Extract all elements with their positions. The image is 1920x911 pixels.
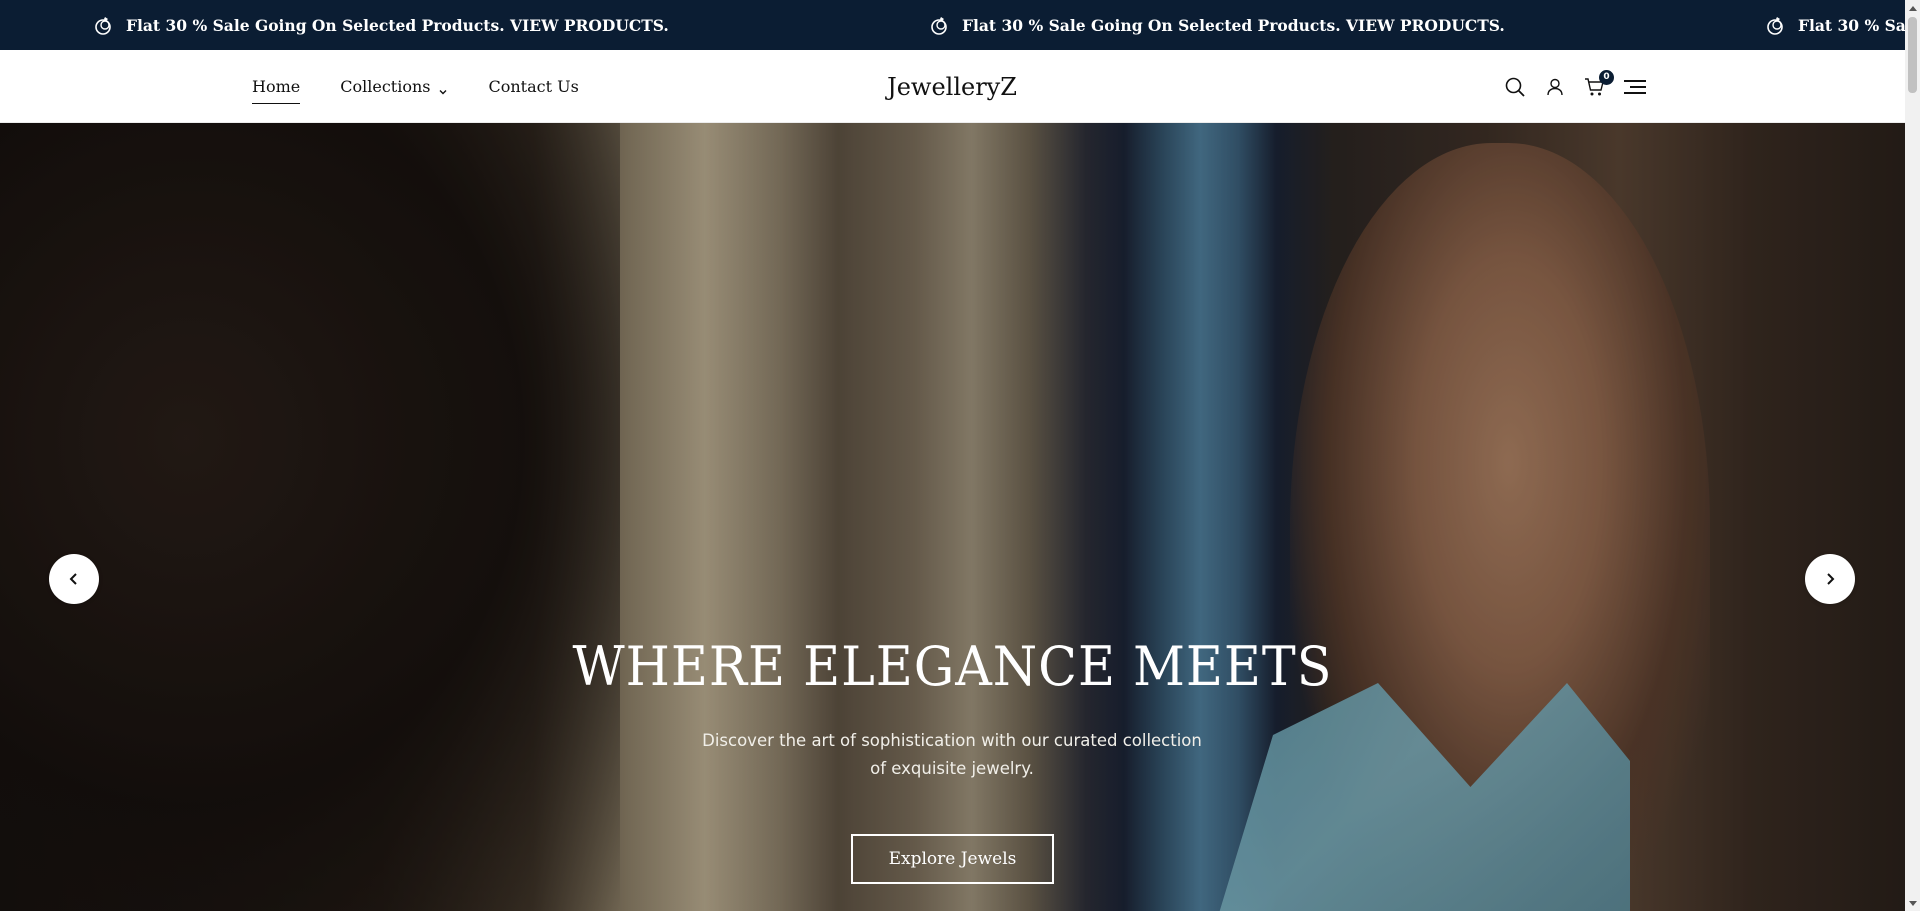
cart-count-badge: 0 (1599, 69, 1614, 85)
announcement-item[interactable]: Flat 30 % Sale (1765, 0, 1905, 50)
scroll-down-icon[interactable] (1905, 896, 1920, 911)
announcement-text: Flat 30 % Sale (1798, 15, 1905, 35)
hero-slideshow (0, 123, 1905, 911)
ring-icon (93, 14, 115, 36)
account-icon[interactable] (1542, 74, 1568, 100)
announcement-bar: Flat 30 % Sale Going On Selected Product… (0, 0, 1905, 50)
site-logo[interactable]: JewelleryZ (887, 73, 1017, 101)
announcement-item[interactable]: Flat 30 % Sale Going On Selected Product… (929, 0, 1505, 50)
nav-collections-link[interactable]: Collections (340, 77, 448, 96)
hero-title: WHERE ELEGANCE MEETS (572, 635, 1333, 698)
ring-icon (1765, 14, 1787, 36)
search-icon[interactable] (1502, 74, 1528, 100)
header-icons: 0 (1502, 50, 1662, 123)
explore-jewels-button[interactable]: Explore Jewels (851, 834, 1054, 884)
nav-collections-label: Collections (340, 77, 431, 96)
main-nav: Home Collections Contact Us (252, 50, 619, 123)
page-scrollbar[interactable] (1905, 0, 1920, 911)
chevron-right-icon (1827, 573, 1835, 585)
scrollbar-thumb[interactable] (1908, 17, 1917, 93)
announcement-text: Flat 30 % Sale Going On Selected Product… (126, 15, 669, 35)
scroll-up-icon[interactable] (1905, 0, 1920, 15)
cart-icon[interactable]: 0 (1582, 69, 1614, 100)
hero-subtitle: Discover the art of sophistication with … (702, 731, 1202, 778)
announcement-text: Flat 30 % Sale Going On Selected Product… (962, 15, 1505, 35)
nav-home-link[interactable]: Home (252, 77, 301, 104)
nav-contact-link[interactable]: Contact Us (488, 77, 578, 96)
hero-overlay (0, 123, 1905, 911)
chevron-down-icon (438, 82, 448, 94)
slide-next-button[interactable] (1805, 554, 1855, 604)
announcement-item[interactable]: Flat 30 % Sale Going On Selected Product… (93, 0, 669, 50)
ring-icon (929, 14, 951, 36)
menu-icon[interactable] (1622, 74, 1648, 100)
chevron-left-icon (69, 573, 77, 585)
site-header: Home Collections Contact Us JewelleryZ 0 (0, 50, 1905, 123)
slide-prev-button[interactable] (49, 554, 99, 604)
